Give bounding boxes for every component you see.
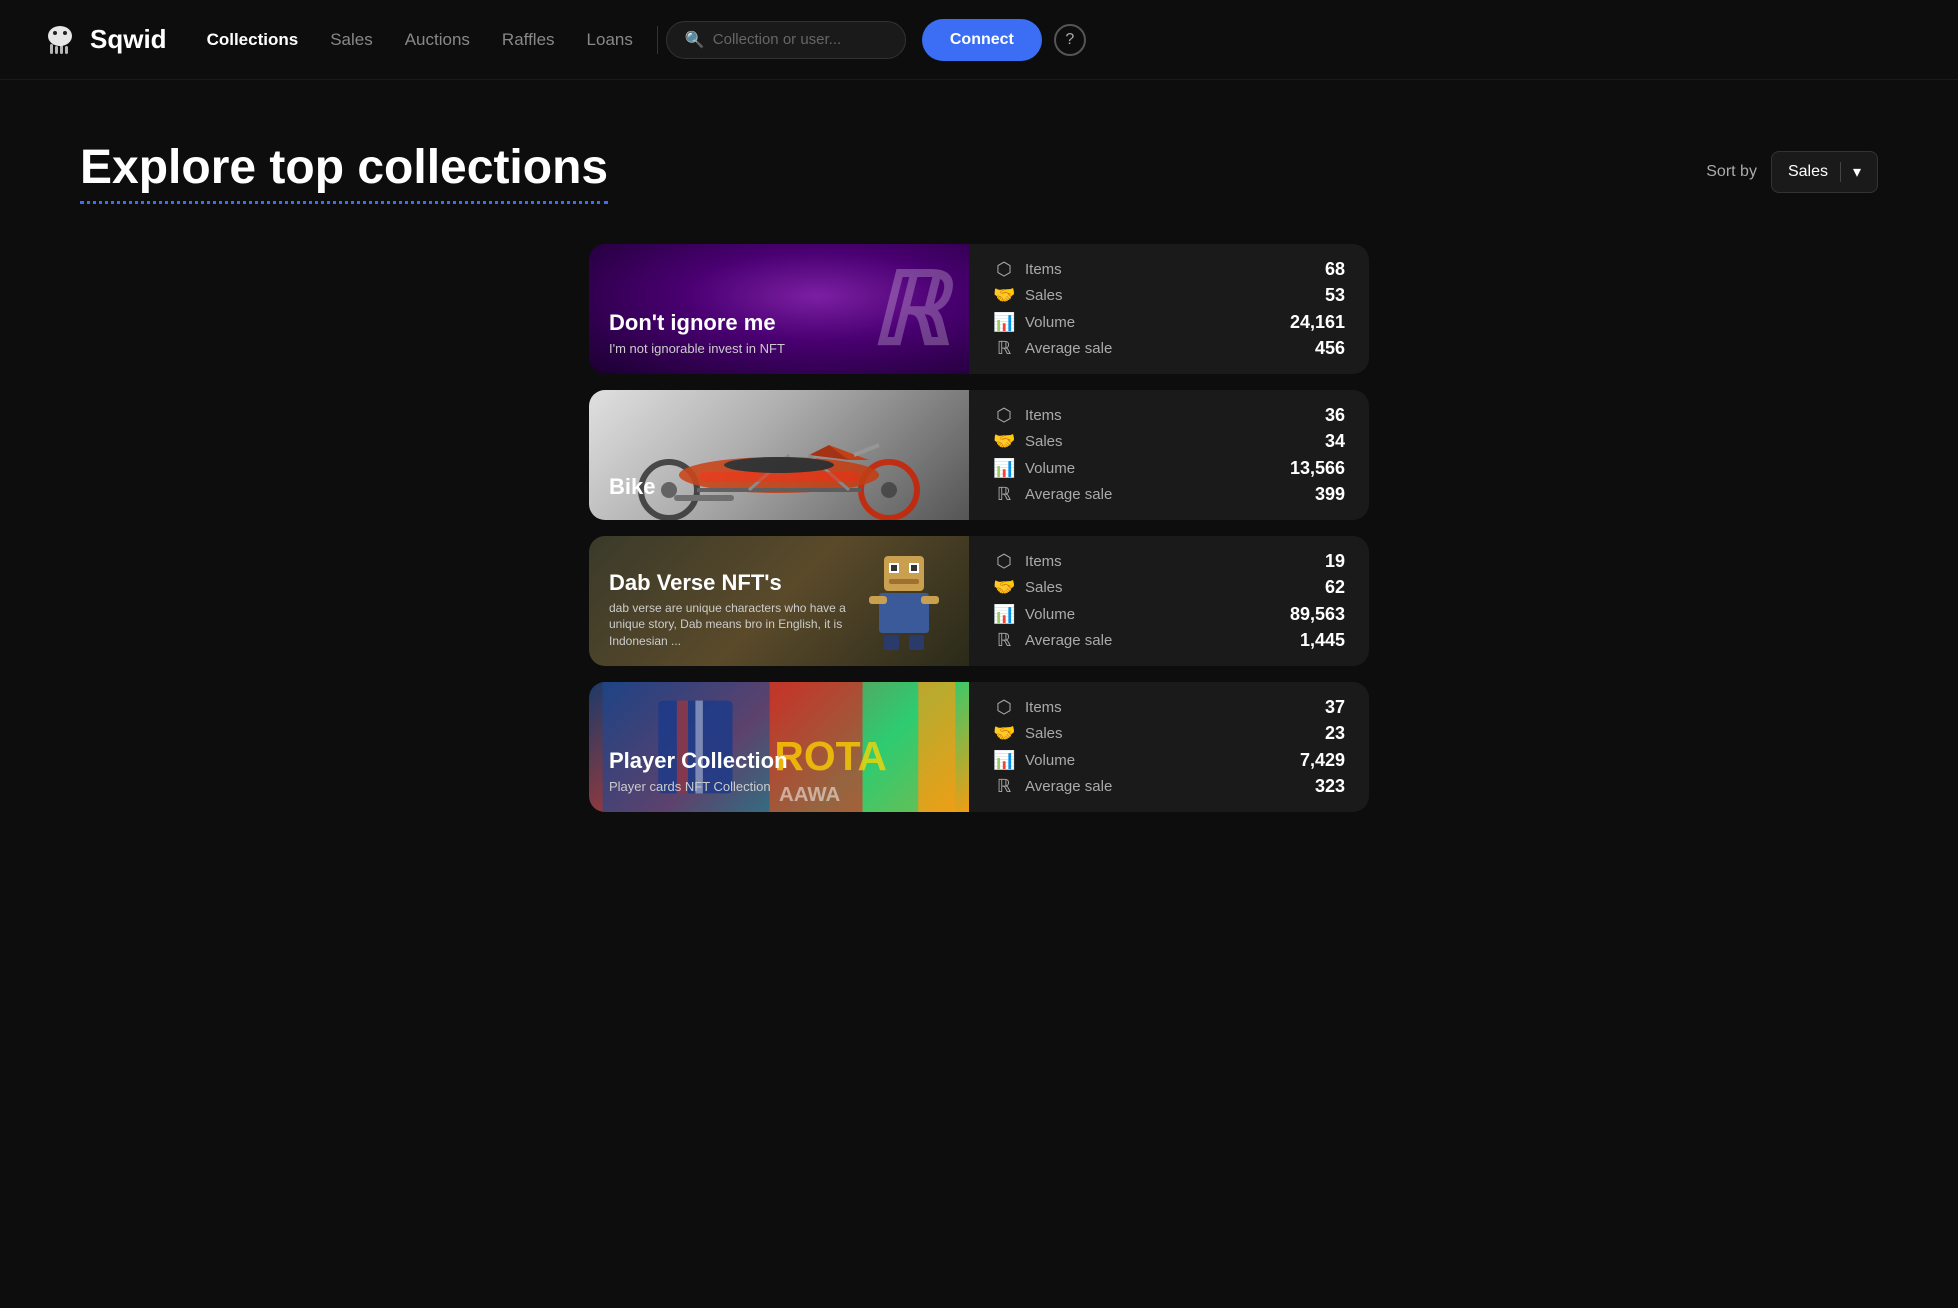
chart-icon: 📊 [993,312,1015,333]
card-2-name: Bike [609,474,655,500]
stat-sales-value: 53 [1290,285,1345,306]
stat-volume-value: 24,161 [1290,312,1345,333]
stat-items-label: ⬡ Items [993,259,1274,280]
nav-sales[interactable]: Sales [330,30,373,50]
stat-avg-value-2: 399 [1290,484,1345,505]
handshake-icon-2: 🤝 [993,431,1015,452]
stat-volume-label-2: 📊 Volume [993,458,1274,479]
reef-icon-3: ℝ [993,630,1015,651]
stat-avg-label-2: ℝ Average sale [993,484,1274,505]
chart-icon-3: 📊 [993,604,1015,625]
stat-volume-value-4: 7,429 [1300,750,1345,771]
cube-icon: ⬡ [993,259,1015,280]
card-4-info: Player Collection Player cards NFT Colle… [589,732,808,812]
page-header: Explore top collections Sort by Sales ▾ [80,140,1878,204]
card-image-2: Bike [589,390,969,520]
chevron-down-icon: ▾ [1853,162,1861,182]
stat-sales-value-4: 23 [1300,723,1345,744]
collection-card-2[interactable]: Bike ⬡ Items 36 🤝 Sales 34 📊 Volume [589,390,1369,520]
card-2-stats: ⬡ Items 36 🤝 Sales 34 📊 Volume 13,566 ℝ … [969,390,1369,520]
sort-value: Sales [1788,163,1828,181]
search-input[interactable] [713,31,887,48]
stat-items-value: 68 [1290,259,1345,280]
stat-items-value-3: 19 [1290,551,1345,572]
reef-icon-4: ℝ [993,776,1015,797]
chart-icon-4: 📊 [993,750,1015,771]
card-1-decoration: ℝ [870,251,949,368]
stat-items-label-4: ⬡ Items [993,697,1284,718]
card-2-info: Bike [589,458,675,520]
stat-avg-label-4: ℝ Average sale [993,776,1284,797]
card-3-desc: dab verse are unique characters who have… [609,600,869,650]
stat-sales-label-2: 🤝 Sales [993,431,1274,452]
logo[interactable]: Sqwid [40,20,167,60]
card-3-info: Dab Verse NFT's dab verse are unique cha… [589,554,889,666]
reef-icon-2: ℝ [993,484,1015,505]
nav-raffles[interactable]: Raffles [502,30,555,50]
card-3-stats: ⬡ Items 19 🤝 Sales 62 📊 Volume 89,563 ℝ … [969,536,1369,666]
sort-divider [1840,162,1841,182]
nav-loans[interactable]: Loans [587,30,633,50]
card-1-name: Don't ignore me [609,310,785,336]
search-icon: 🔍 [685,30,705,50]
stat-sales-label: 🤝 Sales [993,285,1274,306]
chart-icon-2: 📊 [993,458,1015,479]
stat-avg-value-4: 323 [1300,776,1345,797]
stat-volume-value-2: 13,566 [1290,458,1345,479]
cube-icon-2: ⬡ [993,405,1015,426]
sort-area: Sort by Sales ▾ [1706,151,1878,193]
stat-items-label-3: ⬡ Items [993,551,1274,572]
stat-avg-label-3: ℝ Average sale [993,630,1274,651]
stat-volume-label-3: 📊 Volume [993,604,1274,625]
card-4-name: Player Collection [609,748,788,774]
main-content: Explore top collections Sort by Sales ▾ … [0,80,1958,872]
handshake-icon-3: 🤝 [993,577,1015,598]
stat-avg-value: 456 [1290,338,1345,359]
collection-card-3[interactable]: Dab Verse NFT's dab verse are unique cha… [589,536,1369,666]
sort-label: Sort by [1706,163,1757,181]
sort-dropdown[interactable]: Sales ▾ [1771,151,1878,193]
stat-items-value-4: 37 [1300,697,1345,718]
stat-sales-value-2: 34 [1290,431,1345,452]
cube-icon-3: ⬡ [993,551,1015,572]
card-1-info: Don't ignore me I'm not ignorable invest… [589,294,805,374]
stat-items-label-2: ⬡ Items [993,405,1274,426]
main-nav: Collections Sales Auctions Raffles Loans [207,30,633,50]
card-4-desc: Player cards NFT Collection [609,778,788,796]
collection-card-1[interactable]: ℝ Don't ignore me I'm not ignorable inve… [589,244,1369,374]
nav-auctions[interactable]: Auctions [405,30,470,50]
stat-sales-value-3: 62 [1290,577,1345,598]
search-bar[interactable]: 🔍 [666,21,906,59]
stat-volume-label-4: 📊 Volume [993,750,1284,771]
stat-avg-label: ℝ Average sale [993,338,1274,359]
card-1-stats: ⬡ Items 68 🤝 Sales 53 📊 Volume 24,161 ℝ … [969,244,1369,374]
reef-icon: ℝ [993,338,1015,359]
collection-card-4[interactable]: ROTA AAWA Player Collection Player cards… [589,682,1369,812]
collections-list: ℝ Don't ignore me I'm not ignorable inve… [589,244,1369,812]
stat-sales-label-4: 🤝 Sales [993,723,1284,744]
card-image-4: ROTA AAWA Player Collection Player cards… [589,682,969,812]
stat-items-value-2: 36 [1290,405,1345,426]
logo-text: Sqwid [90,24,167,55]
card-1-desc: I'm not ignorable invest in NFT [609,340,785,358]
stat-avg-value-3: 1,445 [1290,630,1345,651]
card-3-name: Dab Verse NFT's [609,570,869,596]
sqwid-logo-icon [40,20,80,60]
handshake-icon-4: 🤝 [993,723,1015,744]
cube-icon-4: ⬡ [993,697,1015,718]
card-image-3: Dab Verse NFT's dab verse are unique cha… [589,536,969,666]
nav-divider [657,26,658,54]
card-image-1: ℝ Don't ignore me I'm not ignorable inve… [589,244,969,374]
card-4-stats: ⬡ Items 37 🤝 Sales 23 📊 Volume 7,429 ℝ A… [969,682,1369,812]
stat-sales-label-3: 🤝 Sales [993,577,1274,598]
stat-volume-value-3: 89,563 [1290,604,1345,625]
page-title: Explore top collections [80,140,608,204]
connect-button[interactable]: Connect [922,19,1042,61]
stat-volume-label: 📊 Volume [993,312,1274,333]
nav-collections[interactable]: Collections [207,30,299,50]
handshake-icon: 🤝 [993,285,1015,306]
help-button[interactable]: ? [1054,24,1086,56]
header: Sqwid Collections Sales Auctions Raffles… [0,0,1958,80]
